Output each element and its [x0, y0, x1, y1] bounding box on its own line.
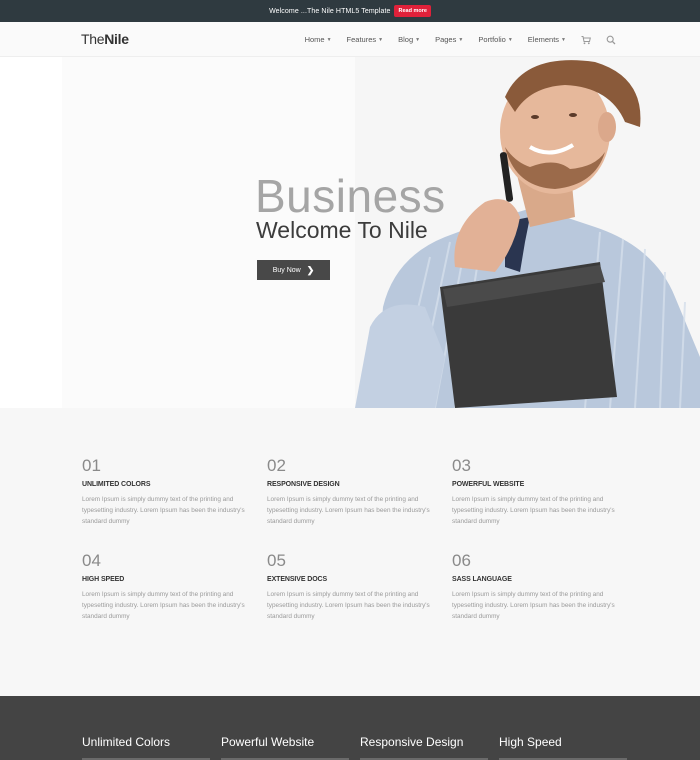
feature-number: 02	[267, 456, 286, 475]
site-header: TheNile Home ▼ Features ▼ Blog ▼ Pages ▼ Por…	[0, 22, 700, 57]
nav-label: Pages	[435, 35, 457, 44]
band-heading: Unlimited Colors	[82, 735, 171, 749]
nav-item-home[interactable]: Home ▼	[305, 35, 332, 44]
feature-number: 05	[267, 551, 286, 570]
chevron-down-icon: ▼	[507, 36, 513, 43]
feature-title: HIGH SPEED	[82, 576, 125, 583]
main-nav: Home ▼ Features ▼ Blog ▼ Pages ▼ Portfolio ▼ …	[305, 22, 616, 57]
feature-number: 03	[452, 456, 471, 475]
chevron-down-icon: ▼	[326, 36, 332, 43]
feature-number: 04	[82, 551, 101, 570]
feature-text: Lorem Ipsum is simply dummy text of the …	[452, 496, 615, 525]
nav-label: Home	[304, 35, 325, 44]
feature-title: SASS LANGUAGE	[452, 576, 512, 583]
nav-item-elements[interactable]: Elements ▼	[528, 35, 566, 44]
nav-label: Blog	[398, 35, 414, 44]
feature-title: UNLIMITED COLORS	[82, 481, 151, 488]
read-more-button[interactable]: Read more	[394, 5, 431, 17]
announcement-text: Welcome ...The Nile HTML5 Template	[269, 7, 391, 15]
feature-title: POWERFUL WEBSITE	[452, 481, 525, 488]
nav-item-pages[interactable]: Pages ▼	[435, 35, 463, 44]
nav-label: Features	[346, 35, 377, 44]
nav-item-portfolio[interactable]: Portfolio ▼	[478, 35, 512, 44]
chevron-down-icon: ▼	[415, 36, 421, 43]
nav-item-blog[interactable]: Blog ▼	[398, 35, 420, 44]
logo-light-text: The	[81, 31, 105, 47]
feature-text: Lorem Ipsum is simply dummy text of the …	[82, 496, 245, 525]
chevron-down-icon: ▼	[378, 36, 384, 43]
nav-label: Elements	[527, 35, 560, 44]
band-heading: Responsive Design	[360, 735, 464, 749]
band-heading: High Speed	[499, 735, 562, 749]
feature-item: 02 RESPONSIVE DESIGN Lorem Ipsum is simp…	[267, 456, 442, 527]
feature-text: Lorem Ipsum is simply dummy text of the …	[82, 591, 245, 620]
hero-section: Business Welcome To Nile Buy Now ❯	[0, 57, 700, 408]
buy-now-button[interactable]: Buy Now ❯	[257, 260, 330, 280]
buy-now-label: Buy Now	[272, 266, 301, 274]
feature-title: RESPONSIVE DESIGN	[267, 481, 340, 488]
cart-icon[interactable]	[581, 35, 591, 45]
feature-item: 06 SASS LANGUAGE Lorem Ipsum is simply d…	[452, 551, 627, 622]
feature-text: Lorem Ipsum is simply dummy text of the …	[267, 496, 430, 525]
hero-margin	[0, 57, 62, 408]
feature-number: 01	[82, 456, 101, 475]
announcement-bar: Welcome ...The Nile HTML5 Template Read …	[0, 0, 700, 22]
feature-item: 05 EXTENSIVE DOCS Lorem Ipsum is simply …	[267, 551, 442, 622]
search-icon[interactable]	[606, 35, 616, 45]
chevron-down-icon: ▼	[561, 36, 566, 43]
site-logo[interactable]: TheNile	[81, 31, 129, 47]
feature-item: 01 UNLIMITED COLORS Lorem Ipsum is simpl…	[82, 456, 257, 527]
logo-bold-text: Nile	[104, 31, 129, 47]
feature-text: Lorem Ipsum is simply dummy text of the …	[452, 591, 615, 620]
chevron-right-icon: ❯	[306, 264, 315, 275]
feature-title: EXTENSIVE DOCS	[267, 576, 328, 583]
nav-item-features[interactable]: Features ▼	[347, 35, 384, 44]
hero-title: Business	[255, 170, 446, 222]
features-section: 01 UNLIMITED COLORS Lorem Ipsum is simpl…	[0, 408, 700, 696]
feature-text: Lorem Ipsum is simply dummy text of the …	[267, 591, 430, 620]
chevron-down-icon: ▼	[458, 36, 464, 43]
feature-item: 03 POWERFUL WEBSITE Lorem Ipsum is simpl…	[452, 456, 627, 527]
nav-label: Portfolio	[478, 35, 506, 44]
band-heading: Powerful Website	[221, 735, 315, 749]
dark-feature-band: Unlimited Colors Powerful Website Respon…	[0, 696, 700, 760]
feature-number: 06	[452, 551, 471, 570]
feature-item: 04 HIGH SPEED Lorem Ipsum is simply dumm…	[82, 551, 257, 622]
hero-subtitle: Welcome To Nile	[256, 217, 428, 243]
